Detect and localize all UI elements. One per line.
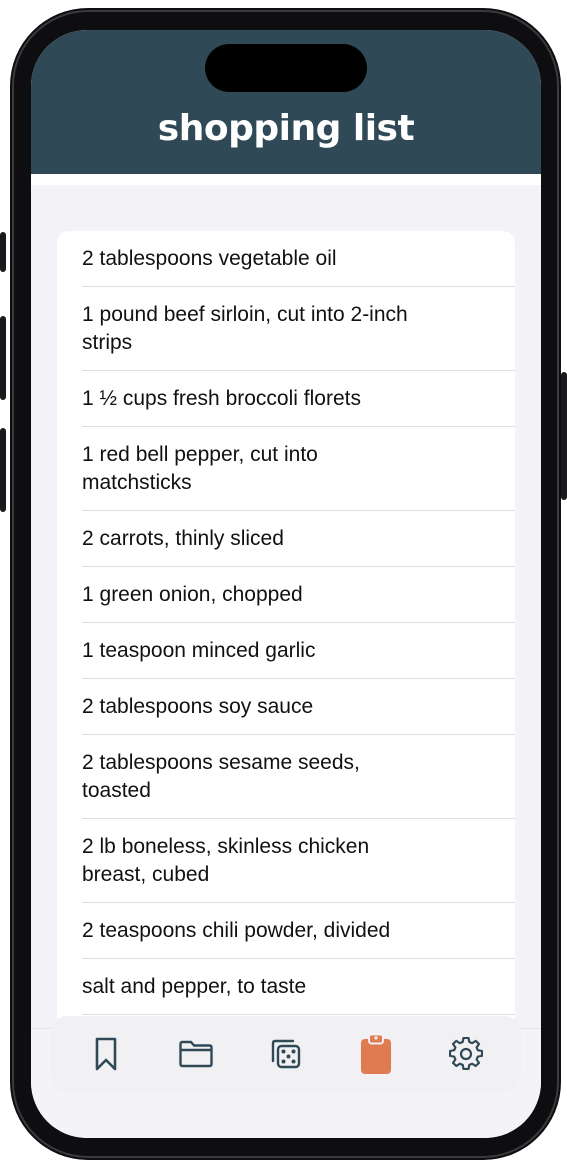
volume-up-button[interactable] [0, 316, 6, 400]
list-item[interactable]: 1 red bell pepper, cut into matchsticks [57, 427, 515, 511]
tab-bar [51, 1016, 521, 1092]
list-item-text: 2 carrots, thinly sliced [82, 527, 284, 550]
list-item-text: 1 teaspoon minced garlic [82, 639, 316, 662]
list-item-text: 1 pound beef sirloin, cut into 2-inch st… [82, 303, 408, 354]
list-item-text: 2 teaspoons chili powder, divided [82, 919, 391, 942]
action-button[interactable] [0, 232, 6, 272]
tab-shopping-list[interactable] [346, 1024, 406, 1084]
dice-icon [271, 1039, 301, 1069]
tab-settings[interactable] [436, 1024, 496, 1084]
power-button[interactable] [561, 372, 567, 500]
list-item[interactable]: salt and pepper, to taste [57, 959, 515, 1015]
tab-random[interactable] [256, 1024, 316, 1084]
tab-folders[interactable] [166, 1024, 226, 1084]
list-item[interactable]: 2 tablespoons sesame seeds, toasted [57, 735, 515, 819]
list-item-text: 2 tablespoons vegetable oil [82, 247, 337, 270]
list-item-text: 2 lb boneless, skinless chicken breast, … [82, 835, 370, 886]
list-item[interactable]: 2 carrots, thinly sliced [57, 511, 515, 567]
tab-bookmarks[interactable] [76, 1024, 136, 1084]
gear-icon [449, 1037, 483, 1071]
list-item-text: 1 green onion, chopped [82, 583, 303, 606]
folder-icon [179, 1040, 213, 1068]
list-item-text: 1 ½ cups fresh broccoli florets [82, 387, 361, 410]
volume-down-button[interactable] [0, 428, 6, 512]
list-item[interactable]: 1 ½ cups fresh broccoli florets [57, 371, 515, 427]
list-item-text: salt and pepper, to taste [82, 975, 307, 998]
list-item-text: 2 tablespoons soy sauce [82, 695, 314, 718]
list-item-text: 1 red bell pepper, cut into matchsticks [82, 443, 318, 494]
page-title: shopping list [157, 108, 415, 149]
list-item[interactable]: 2 lb boneless, skinless chicken breast, … [57, 819, 515, 903]
clipboard-icon [361, 1033, 391, 1074]
list-item-text: 2 tablespoons sesame seeds, toasted [82, 751, 360, 802]
shopping-list: 2 tablespoons vegetable oil 1 pound beef … [57, 231, 515, 1061]
list-item[interactable]: 1 green onion, chopped [57, 567, 515, 623]
dynamic-island [205, 44, 367, 92]
bookmark-icon [95, 1037, 117, 1071]
phone-frame: shopping list 2 tablespoons vegetable oi… [10, 8, 561, 1160]
list-item[interactable]: 2 tablespoons soy sauce [57, 679, 515, 735]
header-divider [31, 174, 541, 185]
list-item[interactable]: 2 tablespoons vegetable oil [57, 231, 515, 287]
header-bar: shopping list [31, 30, 541, 174]
list-item[interactable]: 1 pound beef sirloin, cut into 2-inch st… [57, 287, 515, 371]
list-item[interactable]: 1 teaspoon minced garlic [57, 623, 515, 679]
shopping-list-items: 2 tablespoons vegetable oil 1 pound beef … [57, 231, 515, 1061]
list-item[interactable]: 2 teaspoons chili powder, divided [57, 903, 515, 959]
screen: shopping list 2 tablespoons vegetable oi… [31, 30, 541, 1138]
